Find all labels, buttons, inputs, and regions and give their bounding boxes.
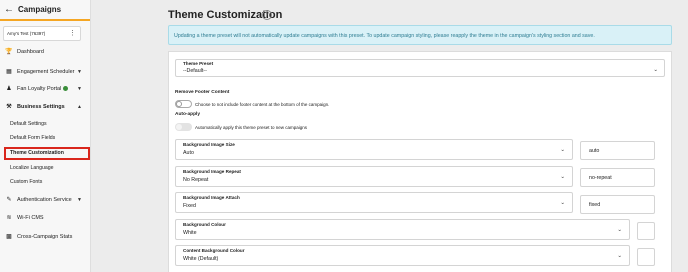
sidebar-item-label: Engagement Scheduler [17, 68, 75, 75]
background-image-size-input[interactable]: auto [580, 141, 655, 160]
sidebar-subitem-localize-language[interactable]: Localize Language [10, 165, 54, 171]
help-icon[interactable]: ? [262, 10, 272, 20]
person-icon: ♟ [6, 86, 12, 92]
background-image-repeat-label: Background Image Repeat [183, 169, 241, 174]
background-image-repeat-select[interactable]: Background Image Repeat No Repeat ⌄ [175, 166, 573, 187]
remove-footer-toggle[interactable] [175, 100, 192, 108]
calendar-icon: ▦ [6, 69, 12, 75]
remove-footer-label: Remove Footer Content [175, 90, 230, 95]
background-image-attach-css: fixed [589, 202, 601, 208]
sidebar-item-fan-loyalty-portal[interactable]: ♟ Fan Loyalty Portal ▼ [0, 85, 91, 93]
bar-chart-icon: ▩ [6, 234, 12, 240]
background-image-size-select[interactable]: Background Image Size Auto ⌄ [175, 139, 573, 160]
chevron-down-icon: ⌄ [560, 200, 565, 206]
chevron-up-icon: ▲ [77, 103, 82, 110]
auto-apply-label: Auto-apply [175, 112, 201, 117]
sidebar-title: Campaigns [18, 5, 62, 14]
sidebar-header: ← Campaigns [0, 0, 90, 21]
sidebar-item-label: Fan Loyalty Portal [17, 85, 62, 92]
sidebar-item-label: Business Settings [17, 103, 65, 110]
sidebar-subitem-custom-fonts[interactable]: Custom Fonts [10, 179, 42, 185]
content-background-colour-select[interactable]: Content Background Colour White (Default… [175, 245, 630, 266]
sidebar-item-wifi-cms[interactable]: ≋ Wi-Fi CMS [0, 214, 91, 222]
chevron-down-icon: ⌄ [653, 67, 658, 73]
sidebar-item-label: Cross-Campaign Stats [17, 233, 73, 240]
sidebar-item-label: Wi-Fi CMS [17, 214, 44, 221]
background-image-attach-select[interactable]: Background Image Attach Fixed ⌄ [175, 192, 573, 213]
theme-preset-select[interactable]: Theme Preset --Default-- ⌄ [175, 59, 665, 77]
background-colour-swatch[interactable] [637, 222, 655, 240]
content-background-colour-swatch[interactable] [637, 248, 655, 266]
chevron-down-icon: ▼ [77, 85, 82, 92]
more-vertical-icon[interactable]: ⋮ [69, 29, 76, 38]
chevron-down-icon: ⌄ [617, 227, 622, 233]
account-name: Amy's Test (76397) [7, 31, 46, 36]
background-image-repeat-css: no-repeat [589, 175, 612, 181]
background-image-attach-input[interactable]: fixed [580, 195, 655, 214]
chevron-down-icon: ⌄ [560, 174, 565, 180]
sidebar: ← Campaigns Amy's Test (76397) ⋮ 🏆 Dashb… [0, 0, 91, 272]
sidebar-item-dashboard[interactable]: 🏆 Dashboard [0, 48, 91, 56]
background-image-repeat-value: No Repeat [183, 177, 209, 183]
chevron-down-icon: ▼ [77, 68, 82, 75]
background-image-size-value: Auto [183, 150, 194, 156]
main-content: Theme Customization ? Updating a theme p… [91, 0, 688, 272]
theme-preset-label: Theme Preset [183, 61, 214, 66]
chevron-down-icon: ⌄ [617, 253, 622, 259]
content-background-colour-label: Content Background Colour [183, 248, 245, 253]
settings-panel: Theme Preset --Default-- ⌄ Remove Footer… [168, 51, 672, 272]
chevron-down-icon: ▼ [77, 196, 82, 203]
sidebar-item-label: Authentication Service [17, 196, 72, 203]
sidebar-item-business-settings[interactable]: ⚒ Business Settings ▲ [0, 103, 91, 111]
background-colour-value: White [183, 230, 197, 236]
theme-preset-value: --Default-- [183, 68, 207, 74]
sidebar-subitem-theme-customization[interactable]: Theme Customization [10, 150, 64, 156]
sidebar-item-engagement-scheduler[interactable]: ▦ Engagement Scheduler ▼ [0, 68, 91, 76]
status-badge [63, 86, 69, 91]
background-colour-select[interactable]: Background Colour White ⌄ [175, 219, 630, 240]
auto-apply-toggle[interactable] [175, 123, 192, 131]
auto-apply-description: Automatically apply this theme preset to… [195, 125, 308, 130]
toggle-knob [176, 124, 182, 130]
account-selector[interactable]: Amy's Test (76397) ⋮ [3, 26, 81, 41]
toggle-knob [176, 101, 182, 107]
background-colour-label: Background Colour [183, 222, 226, 227]
sidebar-item-label: Dashboard [17, 48, 44, 55]
sidebar-subitem-default-form-fields[interactable]: Default Form Fields [10, 135, 55, 141]
wrench-icon: ⚒ [6, 104, 12, 110]
remove-footer-description: Choose to not include footer content at … [195, 102, 330, 107]
wifi-icon: ≋ [6, 215, 12, 221]
background-image-attach-value: Fixed [183, 203, 196, 209]
content-background-colour-value: White (Default) [183, 256, 219, 262]
sidebar-item-cross-campaign-stats[interactable]: ▩ Cross-Campaign Stats [0, 233, 91, 241]
info-banner: Updating a theme preset will not automat… [168, 25, 672, 45]
arrow-left-icon[interactable]: ← [4, 4, 14, 15]
background-image-repeat-input[interactable]: no-repeat [580, 168, 655, 187]
edit-icon: ✎ [6, 197, 12, 203]
chevron-down-icon: ⌄ [560, 147, 565, 153]
sidebar-subitem-default-settings[interactable]: Default Settings [10, 121, 47, 127]
background-image-attach-label: Background Image Attach [183, 195, 240, 200]
background-image-size-css: auto [589, 148, 600, 154]
trophy-icon: 🏆 [5, 49, 13, 55]
background-image-size-label: Background Image Size [183, 142, 235, 147]
sidebar-item-authentication-service[interactable]: ✎ Authentication Service ▼ [0, 196, 91, 204]
